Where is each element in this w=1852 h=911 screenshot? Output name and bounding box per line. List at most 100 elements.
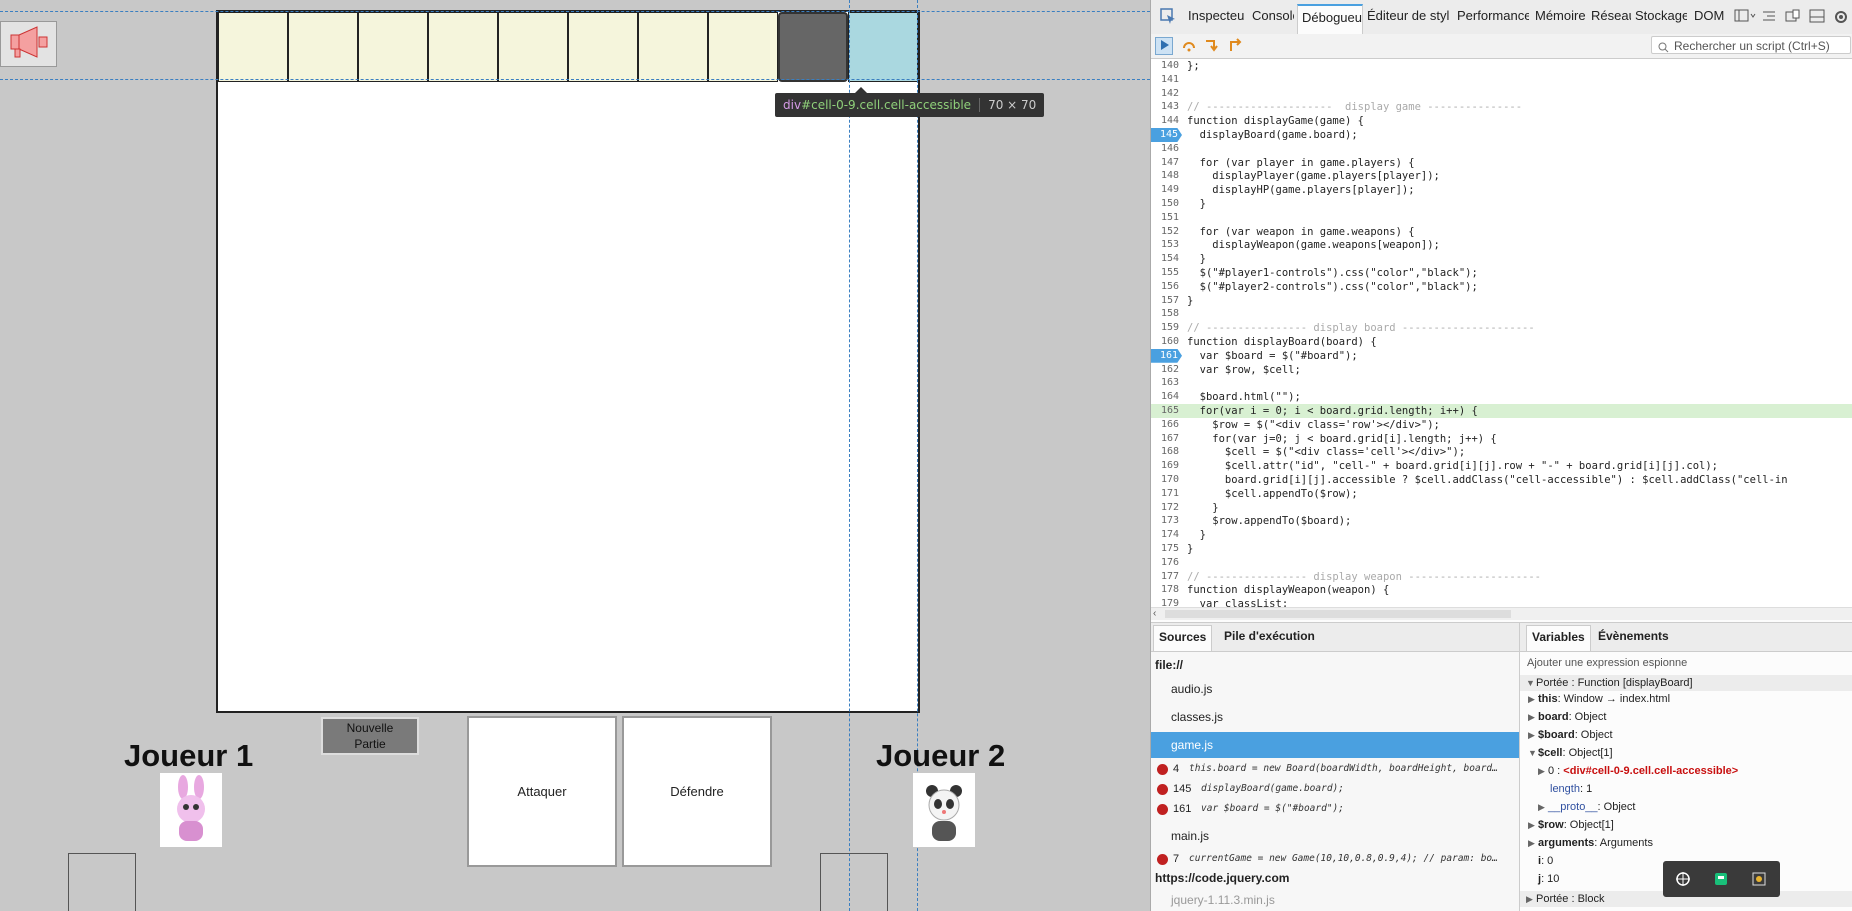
- code-line[interactable]: 151: [1151, 211, 1852, 225]
- code-line[interactable]: 140};: [1151, 59, 1852, 73]
- code-line[interactable]: 177 // ---------------- display weapon --…: [1151, 570, 1852, 584]
- source-group-file[interactable]: file://: [1155, 658, 1183, 672]
- breakpoint-icon[interactable]: [1157, 804, 1168, 815]
- breakpoint-icon[interactable]: [1157, 784, 1168, 795]
- code-line[interactable]: 157}: [1151, 294, 1852, 308]
- new-game-button[interactable]: Nouvelle Partie: [321, 717, 419, 755]
- code-line[interactable]: 155 $("#player1-controls").css("color","…: [1151, 266, 1852, 280]
- code-line[interactable]: 144 function displayGame(game) {: [1151, 114, 1852, 128]
- responsive-mode-icon[interactable]: [1785, 9, 1801, 28]
- overflow-menu-icon[interactable]: [1761, 9, 1777, 28]
- line-number[interactable]: 174: [1151, 528, 1179, 542]
- line-number[interactable]: 156: [1151, 280, 1179, 294]
- line-number[interactable]: 178: [1151, 583, 1179, 597]
- source-file[interactable]: jquery-1.11.3.min.js: [1151, 887, 1519, 911]
- line-number[interactable]: 163: [1151, 376, 1179, 390]
- line-number[interactable]: 160: [1151, 335, 1179, 349]
- code-line[interactable]: 166 $row = $("<div class='row'></div>");: [1151, 418, 1852, 432]
- breakpoint-icon[interactable]: [1157, 854, 1168, 865]
- script-search-input[interactable]: Rechercher un script (Ctrl+S): [1651, 36, 1851, 54]
- breakpoint-item[interactable]: 7 currentGame = new Game(10,10,0.8,0.9,4)…: [1151, 850, 1519, 868]
- line-number[interactable]: 176: [1151, 556, 1179, 570]
- var-this[interactable]: ▶ this: Window → index.html: [1528, 693, 1670, 705]
- crosshair-icon[interactable]: [1675, 871, 1691, 887]
- element-picker-icon[interactable]: [1159, 7, 1177, 30]
- code-line[interactable]: 164 $board.html("");: [1151, 390, 1852, 404]
- tab-sources[interactable]: Sources: [1153, 625, 1213, 651]
- tab-inspector[interactable]: Inspecteu: [1188, 8, 1244, 23]
- board-cell[interactable]: [428, 12, 498, 82]
- code-editor[interactable]: 140}; 141 142 143// -------------------- di…: [1151, 59, 1852, 610]
- line-number[interactable]: 159: [1151, 321, 1179, 335]
- resume-icon[interactable]: [1155, 37, 1173, 55]
- code-line[interactable]: 152 for (var weapon in game.weapons) {: [1151, 225, 1852, 239]
- line-number[interactable]: 144: [1151, 114, 1179, 128]
- line-number[interactable]: 141: [1151, 73, 1179, 87]
- line-number[interactable]: 169: [1151, 459, 1179, 473]
- code-line[interactable]: 171 $cell.appendTo($row);: [1151, 487, 1852, 501]
- code-horizontal-scrollbar[interactable]: ‹: [1151, 607, 1852, 620]
- line-number[interactable]: 167: [1151, 432, 1179, 446]
- line-number[interactable]: 171: [1151, 487, 1179, 501]
- var-dboard[interactable]: ▶ $board: Object: [1528, 729, 1613, 741]
- code-line[interactable]: 142: [1151, 87, 1852, 101]
- board-cell[interactable]: [288, 12, 358, 82]
- var-j[interactable]: j: 10: [1538, 873, 1559, 885]
- var-drow[interactable]: ▶ $row: Object[1]: [1528, 819, 1614, 831]
- split-console-icon[interactable]: [1809, 9, 1825, 28]
- scrollbar-thumb[interactable]: [1165, 610, 1511, 618]
- line-number[interactable]: 168: [1151, 445, 1179, 459]
- line-number[interactable]: 157: [1151, 294, 1179, 308]
- line-number[interactable]: 150: [1151, 197, 1179, 211]
- line-number[interactable]: 149: [1151, 183, 1179, 197]
- line-number[interactable]: 175: [1151, 542, 1179, 556]
- breakpoint-item[interactable]: 4 this.board = new Board(boardWidth, boar…: [1151, 760, 1519, 778]
- tab-console[interactable]: Console: [1252, 8, 1294, 23]
- tab-events[interactable]: Évènements: [1598, 629, 1669, 643]
- code-line[interactable]: 150 }: [1151, 197, 1852, 211]
- watch-expression-input[interactable]: Ajouter une expression espionne: [1527, 657, 1687, 669]
- code-line[interactable]: 168 $cell = $("<div class='cell'></div>"…: [1151, 445, 1852, 459]
- source-file[interactable]: main.js: [1151, 823, 1519, 849]
- line-number[interactable]: 151: [1151, 211, 1179, 225]
- line-number[interactable]: 166: [1151, 418, 1179, 432]
- line-number[interactable]: 146: [1151, 142, 1179, 156]
- tab-style-editor[interactable]: Éditeur de styl: [1367, 8, 1453, 23]
- attack-button[interactable]: Attaquer: [467, 716, 617, 867]
- tab-dom[interactable]: DOM: [1694, 8, 1724, 23]
- var-i[interactable]: i: 0: [1538, 855, 1553, 867]
- dock-layout-icon[interactable]: [1734, 9, 1756, 28]
- line-number[interactable]: 148: [1151, 169, 1179, 183]
- step-over-icon[interactable]: [1180, 37, 1198, 55]
- line-number[interactable]: 155: [1151, 266, 1179, 280]
- code-line[interactable]: 149 displayHP(game.players[player]);: [1151, 183, 1852, 197]
- breakpoint-item[interactable]: 145 displayBoard(game.board);: [1151, 780, 1519, 798]
- code-line[interactable]: 170 board.grid[i][j].accessible ? $cell.…: [1151, 473, 1852, 487]
- board-cell[interactable]: [358, 12, 428, 82]
- code-line[interactable]: 160 function displayBoard(board) {: [1151, 335, 1852, 349]
- line-number[interactable]: 143: [1151, 100, 1179, 114]
- code-line[interactable]: 165 for(var i = 0; i < board.grid.length…: [1151, 404, 1852, 418]
- line-number[interactable]: 158: [1151, 307, 1179, 321]
- line-number[interactable]: 152: [1151, 225, 1179, 239]
- source-file-selected[interactable]: game.js: [1151, 732, 1519, 758]
- var-dcell[interactable]: ▼$cell: Object[1]: [1528, 747, 1613, 759]
- code-line[interactable]: 147 for (var player in game.players) {: [1151, 156, 1852, 170]
- line-number[interactable]: 162: [1151, 363, 1179, 377]
- line-number[interactable]: 172: [1151, 501, 1179, 515]
- record-icon[interactable]: [1751, 871, 1767, 887]
- settings-icon[interactable]: [1833, 9, 1849, 30]
- code-line[interactable]: 154 }: [1151, 252, 1852, 266]
- code-line[interactable]: 169 $cell.attr("id", "cell-" + board.gri…: [1151, 459, 1852, 473]
- breakpoint-icon[interactable]: [1157, 764, 1168, 775]
- step-in-icon[interactable]: [1203, 37, 1221, 55]
- screen-capture-icon[interactable]: [1713, 871, 1729, 887]
- source-file[interactable]: classes.js: [1151, 704, 1519, 730]
- code-line[interactable]: 146: [1151, 142, 1852, 156]
- line-number[interactable]: 165: [1151, 404, 1179, 418]
- tab-call-stack[interactable]: Pile d'exécution: [1224, 629, 1315, 643]
- var-arguments[interactable]: ▶ arguments: Arguments: [1528, 837, 1653, 849]
- code-line[interactable]: 163: [1151, 376, 1852, 390]
- code-line[interactable]: 161 var $board = $("#board");: [1151, 348, 1852, 363]
- code-line[interactable]: 148 displayPlayer(game.players[player]);: [1151, 169, 1852, 183]
